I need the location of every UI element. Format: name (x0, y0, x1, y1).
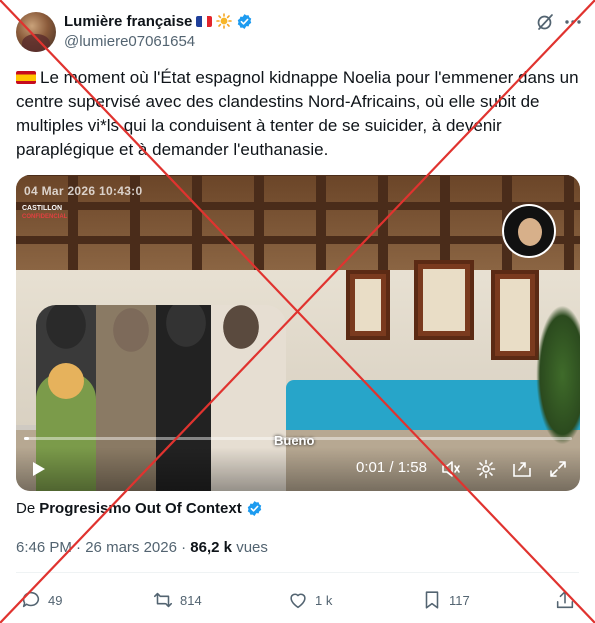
avatar[interactable] (16, 12, 56, 52)
video-scene-plant (536, 305, 580, 445)
fullscreen-icon[interactable] (547, 458, 569, 480)
video-channel-tag: CONFIDENCIAL (22, 214, 68, 220)
views-count: 86,2 k (190, 539, 233, 556)
video-scene-painting (491, 270, 539, 360)
video-watermark-badge (502, 204, 556, 258)
video-channel-logo: CASTILLON CONFIDENCIAL (22, 205, 67, 221)
video-scene-painting (346, 270, 390, 340)
like-button[interactable]: 1 k (287, 589, 332, 611)
video-progress-fill (24, 437, 30, 440)
picture-in-picture-icon[interactable] (511, 458, 533, 480)
video-duration: 1:58 (397, 459, 427, 476)
like-count: 1 k (315, 592, 333, 608)
tweet-text: Le moment où l'État espagnol kidnappe No… (16, 66, 581, 162)
author-handle[interactable]: @lumiere07061654 (64, 33, 195, 50)
repost-count: 814 (180, 592, 202, 608)
source-prefix: De (16, 500, 36, 517)
video-subtitle: Bueno (274, 433, 315, 448)
video-progress-bar[interactable] (24, 437, 572, 440)
repost-button[interactable]: 814 (152, 589, 202, 611)
bookmark-button[interactable]: 117 (421, 589, 470, 611)
flag-france-icon (196, 15, 213, 27)
video-channel-name: CASTILLON (22, 205, 63, 212)
heart-icon (290, 593, 306, 609)
divider (16, 572, 579, 573)
views-label: vues (236, 539, 268, 556)
verified-badge-icon[interactable] (246, 500, 263, 517)
video-source-attribution: De Progresismo Out Of Context (16, 500, 263, 517)
bookmark-count: 117 (449, 592, 470, 608)
share-button[interactable] (554, 589, 576, 611)
volume-muted-icon[interactable] (440, 458, 462, 480)
source-account-name[interactable]: Progresismo Out Of Context (39, 500, 242, 517)
tweet-body: Le moment où l'État espagnol kidnappe No… (16, 68, 579, 159)
reply-button[interactable]: 49 (20, 589, 62, 611)
video-player[interactable]: 04 Mar 2026 10:43:0 CASTILLON CONFIDENCI… (16, 175, 580, 491)
tweet-time[interactable]: 6:46 PM (16, 539, 72, 556)
grok-icon[interactable] (535, 12, 555, 32)
verified-badge-icon[interactable] (236, 13, 253, 30)
reply-count: 49 (48, 592, 63, 608)
tweet-meta: 6:46 PM · 26 mars 2026 · 86,2 k vues (16, 539, 268, 556)
more-options-icon[interactable] (563, 12, 583, 32)
play-icon[interactable] (28, 459, 48, 479)
flag-spain-icon (16, 71, 36, 84)
share-icon (556, 590, 574, 609)
sun-icon (216, 13, 233, 29)
repost-icon (153, 592, 173, 608)
video-scene-painting (414, 260, 474, 340)
settings-gear-icon[interactable] (475, 458, 497, 480)
reply-icon (22, 591, 40, 608)
video-burned-timestamp: 04 Mar 2026 10:43:0 (24, 184, 143, 198)
tweet-date[interactable]: 26 mars 2026 (85, 539, 177, 556)
bookmark-icon (425, 591, 439, 609)
author-display-name[interactable]: Lumière française (64, 13, 192, 30)
tweet-card: Lumière française @lumiere07061654 Le mo… (0, 0, 595, 623)
video-time: 0:01 / 1:58 (356, 459, 427, 476)
video-current-time: 0:01 (356, 459, 386, 476)
author-name-row: Lumière française (64, 11, 253, 31)
